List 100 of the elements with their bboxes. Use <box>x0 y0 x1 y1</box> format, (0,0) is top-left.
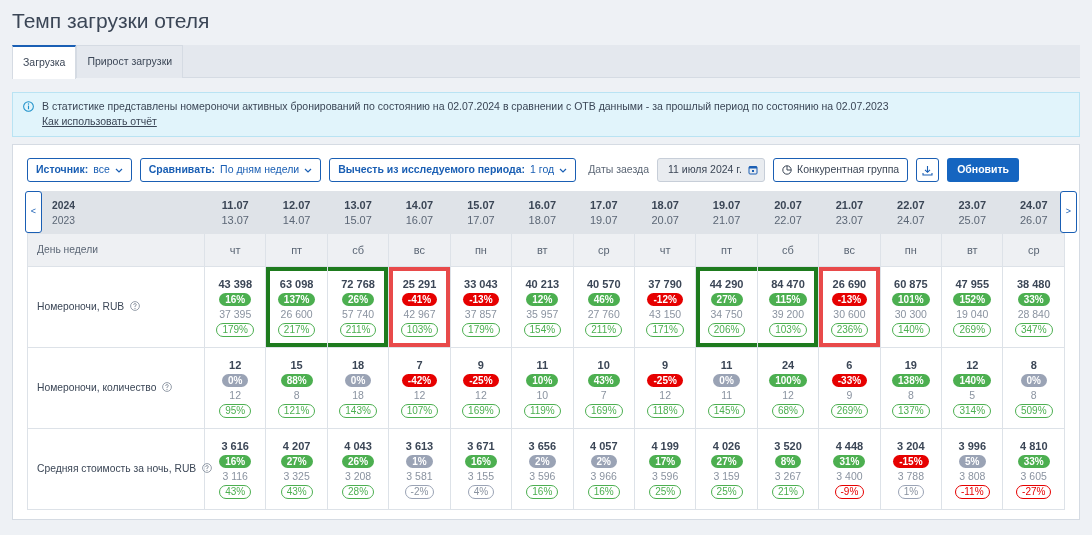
column-date: 19.07 <box>711 197 742 213</box>
column-date: 22.07 <box>896 197 926 213</box>
current-value: 4 810 <box>1018 438 1049 453</box>
current-value: 26 690 <box>831 276 868 291</box>
current-value: 7 <box>415 357 424 372</box>
help-icon <box>202 463 213 474</box>
download-button[interactable] <box>916 158 940 183</box>
previous-value: 9 <box>845 388 854 403</box>
previous-value: 12 <box>781 388 795 403</box>
tab[interactable]: Прирост загрузки <box>76 45 184 79</box>
previous-value: 3 581 <box>405 469 434 484</box>
previous-value: 39 200 <box>770 307 806 322</box>
current-value: 3 204 <box>896 438 926 453</box>
filter-dropdown[interactable]: Вычесть из исследуемого периода: 1 год <box>329 158 577 183</box>
column-date: 20.07 <box>650 212 680 228</box>
column-date: 22.07 <box>773 212 803 228</box>
change-badge: 115% <box>769 292 807 306</box>
current-value: 6 <box>845 357 854 372</box>
previous-value: 3 116 <box>221 469 249 484</box>
column-date: 24.07 <box>896 212 926 228</box>
weekday-cell: вс <box>388 233 451 267</box>
column-date: 23.07 <box>957 197 988 213</box>
filter-dropdown[interactable]: Источник: все <box>27 158 132 183</box>
change-badge: 101% <box>892 292 930 306</box>
competitor-group-button[interactable]: Конкурентная группа <box>773 158 909 183</box>
column-date: 14.07 <box>404 197 435 213</box>
change-badge: 26% <box>342 454 375 468</box>
current-value: 3 996 <box>957 438 988 453</box>
change-badge: 0% <box>344 373 372 387</box>
previous-value: 37 395 <box>218 307 253 322</box>
change-badge: -13% <box>831 292 868 306</box>
previous-value: 42 967 <box>402 307 437 322</box>
column-date: 18.07 <box>650 197 680 213</box>
change-badge: 27% <box>710 292 743 306</box>
current-value: 84 470 <box>770 276 806 291</box>
previous-value: 5 <box>968 388 977 403</box>
previous-value: 11 <box>720 388 734 403</box>
current-value: 33 043 <box>463 276 499 291</box>
previous-value: 3 808 <box>958 469 987 484</box>
current-value: 12 <box>228 357 243 372</box>
change-badge: 33% <box>1017 292 1050 306</box>
current-value: 3 656 <box>527 438 558 453</box>
previous-value: 3 325 <box>282 469 311 484</box>
refresh-button[interactable]: Обновить <box>947 158 1020 183</box>
change-badge: 140% <box>953 373 992 387</box>
weekday-cell: чт <box>634 233 696 267</box>
chevron-down-icon <box>114 167 123 173</box>
previous-value: 3 788 <box>896 469 925 484</box>
previous-value: 3 596 <box>651 469 680 484</box>
previous-value: 18 <box>351 388 365 403</box>
current-value: 38 480 <box>1015 276 1052 291</box>
how-to-link[interactable]: Как использовать отчёт <box>42 115 157 128</box>
current-value: 43 398 <box>217 276 254 291</box>
next-button[interactable]: > <box>1060 191 1077 234</box>
change-badge: 1% <box>406 454 433 468</box>
tab[interactable]: Загрузка <box>12 45 77 80</box>
previous-value: 27 760 <box>586 307 621 322</box>
previous-value: 3 966 <box>589 469 618 484</box>
current-value: 3 613 <box>404 438 435 453</box>
column-date: 13.07 <box>343 197 373 213</box>
previous-value: 34 750 <box>709 307 744 322</box>
previous-value: 30 300 <box>893 307 928 322</box>
change-badge: 88% <box>280 373 313 387</box>
column-date: 14.07 <box>281 212 312 228</box>
previous-value: 30 600 <box>832 307 867 322</box>
previous-value: 12 <box>228 388 243 403</box>
info-icon <box>23 101 34 113</box>
current-value: 3 520 <box>773 438 803 453</box>
change-badge: -25% <box>647 373 683 387</box>
previous-value: 12 <box>412 388 427 403</box>
change-badge: 12% <box>526 292 559 306</box>
current-value: 25 291 <box>401 276 438 291</box>
column-date: 17.07 <box>588 197 619 213</box>
current-value: 4 207 <box>281 438 312 453</box>
change-badge: 0% <box>1020 373 1047 387</box>
previous-value: 3 267 <box>773 469 803 484</box>
previous-value: 8 <box>906 388 915 403</box>
date-field[interactable]: 11 июля 2024 г. <box>657 158 765 183</box>
current-value: 40 570 <box>585 276 622 291</box>
current-value: 8 <box>1029 357 1038 372</box>
column-date: 16.07 <box>404 212 435 228</box>
previous-value: 8 <box>292 388 301 403</box>
change-badge: 43% <box>587 373 620 387</box>
weekday-cell: вс <box>818 233 881 267</box>
current-value: 4 448 <box>834 438 865 453</box>
current-value: 9 <box>476 357 485 372</box>
change-badge: 27% <box>280 454 313 468</box>
weekday-cell: чт <box>204 233 266 267</box>
weekday-cell: вт <box>941 233 1003 267</box>
column-date: 25.07 <box>957 212 988 228</box>
column-date: 11.07 <box>220 197 250 213</box>
row-label: Номероночи, RUB <box>37 301 125 313</box>
year-label: 2023 <box>52 213 76 228</box>
filter-dropdown[interactable]: Сравнивать: По дням недели <box>139 158 322 183</box>
change-badge: -12% <box>647 292 683 306</box>
column-date: 21.07 <box>711 212 742 228</box>
previous-button[interactable]: < <box>25 191 42 234</box>
change-badge: 17% <box>649 454 682 468</box>
change-badge: -41% <box>401 292 438 306</box>
previous-value: 37 857 <box>463 307 498 322</box>
